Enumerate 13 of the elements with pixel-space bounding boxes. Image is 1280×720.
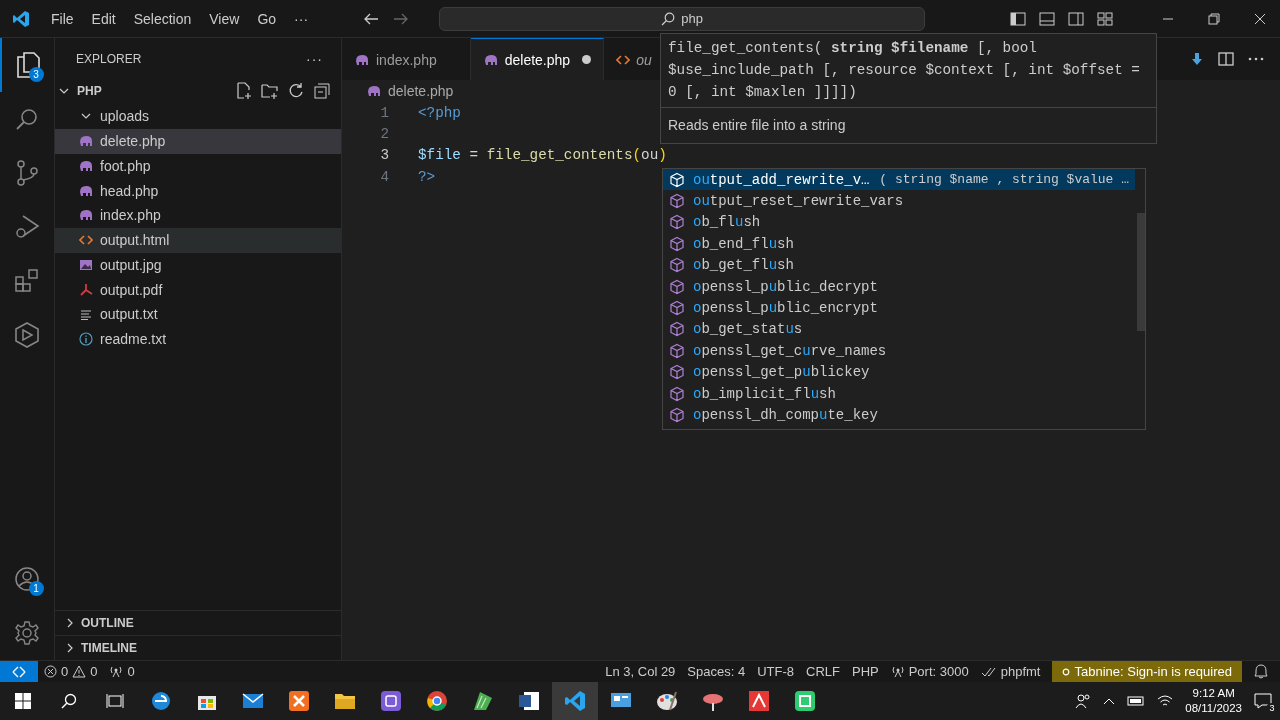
line-number: 4 [379, 168, 390, 185]
function-description: Reads entire file into a string [667, 116, 847, 135]
line-number: 3 [379, 147, 390, 164]
code-line: $file = file_get_contents(ou) [418, 147, 667, 164]
notification-count: 3 [1266, 703, 1278, 713]
notification-badge: 3 [28, 67, 44, 82]
line-number: 2 [379, 125, 390, 142]
panel-title: EXPLORER [76, 52, 142, 66]
notification-badge: 1 [28, 581, 44, 596]
code-line: ?> [418, 168, 436, 185]
code-line: <?php [418, 104, 461, 121]
line-number: 1 [379, 104, 390, 121]
function-signature: file_get_contents( string $filename [, bool $use_include_path [, resource $context [, int $offset = 0 [, int $maxlen ]]]]) [661, 34, 1156, 108]
